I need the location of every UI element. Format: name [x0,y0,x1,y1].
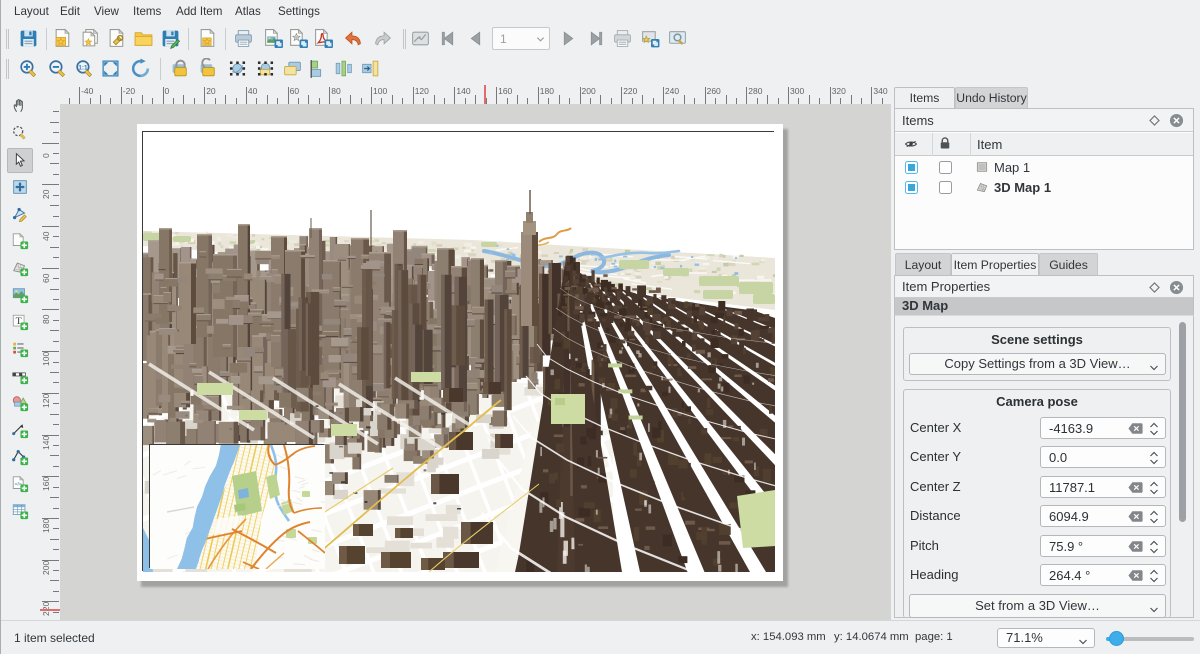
svg-text:1:1: 1:1 [78,65,88,72]
